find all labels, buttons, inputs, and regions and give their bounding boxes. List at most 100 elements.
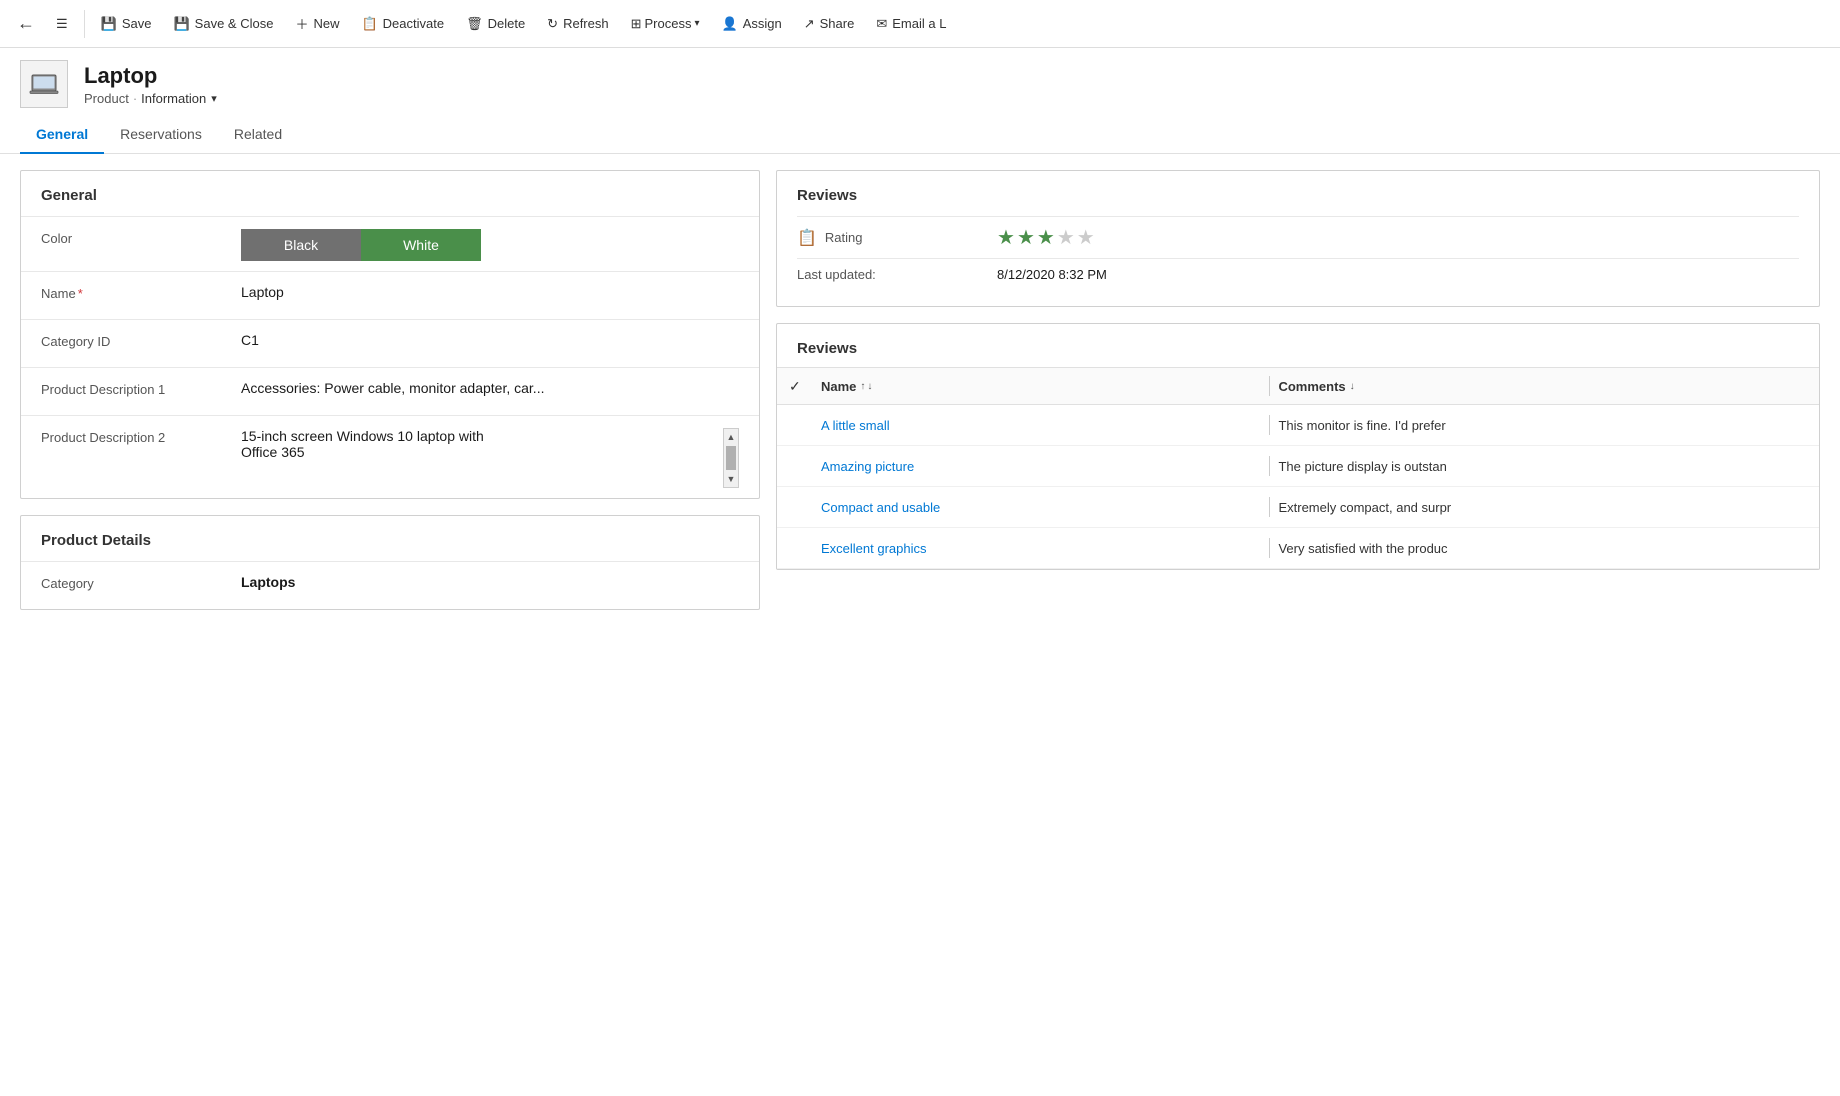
- reviews-table-title: Reviews: [777, 324, 1819, 367]
- entity-info: Laptop Product · Information ▾: [84, 63, 217, 106]
- process-button[interactable]: ⊞ Process ▾: [621, 10, 710, 38]
- rating-row: 📋 Rating ★ ★ ★ ★ ★: [797, 216, 1799, 258]
- refresh-label: Refresh: [563, 16, 609, 31]
- assign-button[interactable]: 👤 Assign: [712, 10, 792, 38]
- laptop-icon: [28, 68, 60, 100]
- record-icon-button[interactable]: ☰: [46, 10, 78, 38]
- general-section: General Color Black White: [20, 170, 760, 499]
- star-2: ★: [1017, 225, 1035, 250]
- save-icon: 💾: [101, 16, 117, 32]
- save-close-label: Save & Close: [195, 16, 274, 31]
- right-column: Reviews 📋 Rating ★ ★ ★ ★ ★ Last updated:…: [776, 170, 1820, 570]
- color-value: Black White: [241, 227, 739, 261]
- star-rating: ★ ★ ★ ★ ★: [997, 225, 1095, 250]
- delete-icon: 🗑: [466, 16, 483, 32]
- color-label: Color: [41, 227, 241, 246]
- review-row[interactable]: Compact and usable Extremely compact, an…: [777, 487, 1819, 528]
- review-comment-4: Very satisfied with the produc: [1278, 541, 1807, 556]
- product-desc1-label: Product Description 1: [41, 378, 241, 397]
- save-close-icon: 💾: [173, 16, 189, 32]
- last-updated-value: 8/12/2020 8:32 PM: [997, 267, 1107, 282]
- review-row[interactable]: Excellent graphics Very satisfied with t…: [777, 528, 1819, 569]
- category-value: Laptops: [241, 572, 739, 590]
- review-name-3[interactable]: Compact and usable: [821, 500, 1261, 515]
- share-button[interactable]: ↗ Share: [794, 10, 865, 38]
- row-separator-3: [1269, 497, 1270, 517]
- category-id-value: C1: [241, 330, 739, 348]
- name-required-indicator: *: [78, 286, 83, 301]
- tab-general[interactable]: General: [20, 116, 104, 154]
- product-details-section: Product Details Category Laptops: [20, 515, 760, 610]
- breadcrumb: Product · Information ▾: [84, 91, 217, 106]
- column-separator: [1269, 376, 1270, 396]
- row-separator-1: [1269, 415, 1270, 435]
- review-name-2[interactable]: Amazing picture: [821, 459, 1261, 474]
- delete-label: Delete: [488, 16, 526, 31]
- deactivate-icon: 📋: [361, 16, 377, 32]
- review-comment-3: Extremely compact, and surpr: [1278, 500, 1807, 515]
- breadcrumb-chevron-icon: ▾: [211, 92, 217, 105]
- review-comment-2: The picture display is outstan: [1278, 459, 1807, 474]
- row-separator-4: [1269, 538, 1270, 558]
- star-4: ★: [1057, 225, 1075, 250]
- review-row[interactable]: Amazing picture The picture display is o…: [777, 446, 1819, 487]
- toolbar: ← ☰ 💾 Save 💾 Save & Close ＋ New 📋 Deacti…: [0, 0, 1840, 48]
- star-3: ★: [1037, 225, 1055, 250]
- comments-column-header[interactable]: Comments ↓: [1278, 379, 1807, 394]
- email-label: Email a L: [892, 16, 946, 31]
- process-icon: ⊞: [631, 16, 642, 32]
- process-label: Process: [645, 16, 692, 31]
- deactivate-button[interactable]: 📋 Deactivate: [351, 10, 454, 38]
- last-updated-row: Last updated: 8/12/2020 8:32 PM: [797, 258, 1799, 290]
- left-column: General Color Black White: [20, 170, 760, 610]
- entity-title: Laptop: [84, 63, 217, 89]
- breadcrumb-view-label: Information: [141, 91, 206, 106]
- name-label: Name*: [41, 282, 241, 301]
- scroll-field: 15-inch screen Windows 10 laptop withOff…: [241, 428, 739, 488]
- main-content: General Color Black White: [0, 154, 1840, 626]
- divider-1: [84, 10, 85, 38]
- save-button[interactable]: 💾 Save: [91, 10, 162, 38]
- reviews-rating-title: Reviews: [797, 187, 1799, 204]
- refresh-button[interactable]: ↻ Refresh: [537, 10, 618, 38]
- scroll-thumb[interactable]: [726, 446, 736, 470]
- assign-icon: 👤: [722, 16, 738, 32]
- comments-sort-icon[interactable]: ↓: [1350, 381, 1355, 392]
- save-label: Save: [122, 16, 152, 31]
- new-button[interactable]: ＋ New: [285, 8, 349, 39]
- name-sort-icons: ↑ ↓: [860, 381, 872, 392]
- reviews-table-header: ✓ Name ↑ ↓ Comments ↓: [777, 367, 1819, 405]
- sort-desc-icon[interactable]: ↓: [867, 381, 872, 392]
- scroll-up-button[interactable]: ▲: [723, 429, 739, 445]
- review-name-4[interactable]: Excellent graphics: [821, 541, 1261, 556]
- last-updated-label: Last updated:: [797, 267, 997, 282]
- color-white-button[interactable]: White: [361, 229, 481, 261]
- process-chevron-icon: ▾: [694, 18, 699, 29]
- vertical-scrollbar[interactable]: ▲ ▼: [723, 428, 739, 488]
- star-5: ★: [1077, 225, 1095, 250]
- tab-reservations[interactable]: Reservations: [104, 116, 218, 154]
- product-desc2-value: 15-inch screen Windows 10 laptop withOff…: [241, 426, 739, 488]
- tab-related[interactable]: Related: [218, 116, 298, 154]
- category-field-row: Category Laptops: [21, 561, 759, 609]
- category-label: Category: [41, 572, 241, 591]
- email-button[interactable]: ✉ Email a L: [866, 10, 956, 38]
- color-black-button[interactable]: Black: [241, 229, 361, 261]
- product-desc2-field-row: Product Description 2 15-inch screen Win…: [21, 415, 759, 498]
- category-id-field-row: Category ID C1: [21, 319, 759, 367]
- back-button[interactable]: ←: [8, 6, 44, 42]
- row-separator-2: [1269, 456, 1270, 476]
- delete-button[interactable]: 🗑 Delete: [456, 10, 535, 38]
- scroll-down-button[interactable]: ▼: [723, 471, 739, 487]
- color-field-row: Color Black White: [21, 216, 759, 271]
- breadcrumb-entity: Product: [84, 91, 129, 106]
- review-row[interactable]: A little small This monitor is fine. I'd…: [777, 405, 1819, 446]
- product-desc1-field-row: Product Description 1 Accessories: Power…: [21, 367, 759, 415]
- breadcrumb-view-dropdown[interactable]: Information ▾: [141, 91, 217, 106]
- sort-asc-icon[interactable]: ↑: [860, 381, 865, 392]
- name-column-header[interactable]: Name ↑ ↓: [821, 379, 1261, 394]
- review-name-1[interactable]: A little small: [821, 418, 1261, 433]
- category-id-label: Category ID: [41, 330, 241, 349]
- entity-header: Laptop Product · Information ▾: [0, 48, 1840, 116]
- save-close-button[interactable]: 💾 Save & Close: [163, 10, 283, 38]
